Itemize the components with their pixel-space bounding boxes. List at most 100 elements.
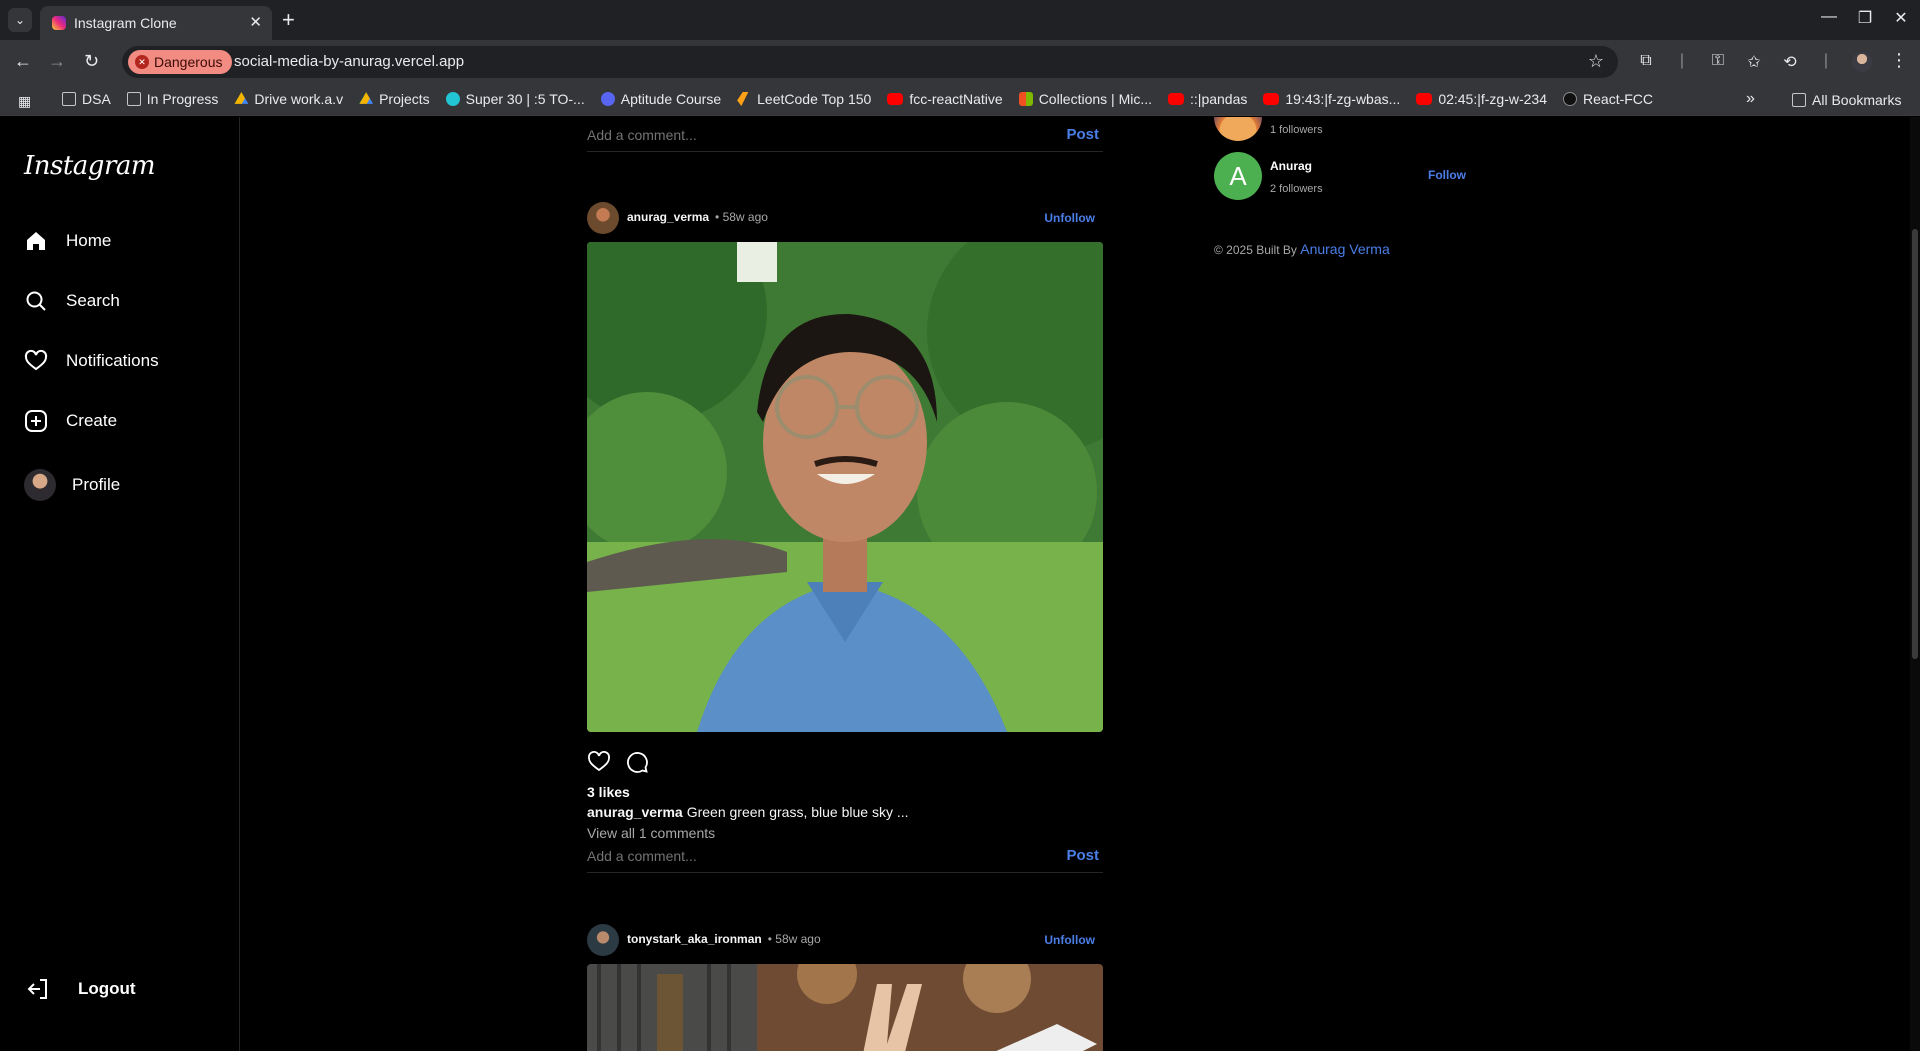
bookmark-item[interactable]: Projects [359, 91, 430, 107]
bookmark-list: DSA In Progress Drive work.a.v Projects … [62, 91, 1653, 107]
post-username[interactable]: anurag_verma • 58w ago [627, 210, 768, 224]
avatar[interactable] [587, 924, 619, 956]
more-bookmarks-icon[interactable]: » [1746, 90, 1755, 108]
reading-list-icon[interactable]: ✩ [1744, 52, 1764, 72]
password-key-icon[interactable]: ⚿ [1708, 52, 1728, 72]
followers-count: 1 followers [1270, 124, 1323, 136]
reload-icon[interactable]: ↻ [84, 51, 99, 72]
post-timestamp: • 58w ago [767, 932, 821, 946]
close-window-icon[interactable]: ✕ [1892, 8, 1910, 28]
bookmark-item[interactable]: Collections | Mic... [1018, 91, 1152, 107]
bookmark-item[interactable]: ::|pandas [1168, 91, 1247, 107]
post-image[interactable] [587, 964, 1103, 1051]
address-bar[interactable]: Dangerous social-media-by-anurag.vercel.… [122, 46, 1618, 78]
like-heart-icon[interactable] [587, 750, 611, 774]
apps-grid-icon[interactable]: ▦ [18, 93, 31, 110]
avatar[interactable]: A [1214, 152, 1262, 200]
bookmark-item[interactable]: DSA [62, 91, 111, 107]
post-photo [587, 242, 1103, 732]
follow-button[interactable]: Follow [1428, 168, 1466, 182]
tab-title: Instagram Clone [74, 15, 177, 31]
post-comment-button[interactable]: Post [1066, 126, 1099, 143]
nav-profile[interactable]: Profile [24, 469, 120, 501]
nav-search[interactable]: Search [24, 289, 120, 313]
bookmark-item[interactable]: LeetCode Top 150 [737, 91, 871, 107]
back-icon[interactable]: ← [14, 51, 32, 72]
bookmark-item[interactable]: Aptitude Course [600, 91, 721, 107]
instagram-logo[interactable]: Instagram [24, 151, 156, 181]
all-bookmarks-button[interactable]: All Bookmarks [1792, 92, 1901, 108]
security-warning-chip[interactable]: Dangerous [128, 50, 232, 74]
bookmark-item[interactable]: React-FCC [1563, 91, 1653, 107]
site-favicon-icon [445, 92, 460, 106]
logout-button[interactable]: Logout [26, 977, 136, 1001]
folder-icon [62, 92, 76, 106]
forward-icon[interactable]: → [48, 51, 66, 72]
post-header: anurag_verma • 58w ago Unfollow [587, 202, 1103, 234]
post-username[interactable]: tonystark_aka_ironman • 58w ago [627, 932, 821, 946]
bookmark-item[interactable]: 02:45:|f-zg-w-234 [1416, 91, 1547, 107]
sidebar: Instagram Home Search Notifications Crea… [0, 117, 240, 1051]
likes-count[interactable]: 3 likes [587, 784, 630, 800]
browser-profile-avatar[interactable] [1852, 52, 1872, 72]
heart-icon [24, 349, 48, 371]
bookmark-item[interactable]: fcc-reactNative [887, 91, 1003, 107]
restore-icon[interactable]: ❐ [1856, 8, 1874, 28]
site-favicon-icon [1563, 92, 1578, 106]
post-image[interactable] [587, 242, 1103, 732]
history-icon[interactable]: ⟲ [1780, 52, 1800, 72]
folder-icon [1792, 93, 1806, 107]
suggestion-name[interactable]: Anurag [1270, 159, 1312, 173]
tab-search-button[interactable]: ⌄ [8, 8, 32, 32]
avatar[interactable] [1214, 117, 1262, 141]
view-comments-link[interactable]: View all 1 comments [587, 825, 715, 841]
plus-square-icon [25, 410, 47, 432]
url-text[interactable]: social-media-by-anurag.vercel.app [234, 53, 464, 70]
youtube-icon [1263, 93, 1280, 105]
google-drive-icon [359, 92, 374, 104]
footer: © 2025 Built By Anurag Verma [1214, 241, 1390, 257]
browser-tab[interactable]: Instagram Clone ✕ [40, 6, 272, 40]
leetcode-icon [737, 92, 749, 106]
google-drive-icon [234, 92, 249, 104]
bookmark-star-icon[interactable]: ☆ [1588, 51, 1604, 72]
microsoft-icon [1018, 92, 1033, 106]
new-tab-button[interactable]: + [282, 7, 295, 33]
bookmark-item[interactable]: In Progress [126, 91, 218, 107]
followers-count: 2 followers [1270, 183, 1323, 195]
bookmark-item[interactable]: Drive work.a.v [234, 91, 343, 107]
bookmark-item[interactable]: 19:43:|f-zg-wbas... [1263, 91, 1400, 107]
logout-icon [27, 979, 47, 999]
unfollow-button[interactable]: Unfollow [1044, 211, 1095, 225]
avatar[interactable] [587, 202, 619, 234]
browser-menu-icon[interactable]: ⋮ [1890, 50, 1908, 71]
extensions-icon[interactable]: ⧉ [1636, 52, 1656, 72]
post-caption: anurag_verma Green green grass, blue blue… [587, 804, 909, 820]
scrollbar[interactable] [1910, 117, 1920, 1051]
unfollow-button[interactable]: Unfollow [1044, 933, 1095, 947]
comment-input[interactable]: Add a comment... [587, 127, 697, 143]
site-favicon-icon [600, 92, 615, 106]
search-icon [26, 291, 46, 311]
page-content: Instagram Home Search Notifications Crea… [0, 117, 1920, 1051]
suggestion-item: 1 followers [1214, 117, 1474, 141]
comment-input[interactable]: Add a comment... [587, 848, 697, 864]
close-tab-icon[interactable]: ✕ [249, 13, 262, 31]
browser-toolbar: ← → ↻ Dangerous social-media-by-anurag.v… [0, 40, 1920, 84]
scrollbar-thumb[interactable] [1912, 229, 1918, 659]
minimize-icon[interactable]: — [1820, 8, 1838, 28]
nav-notifications[interactable]: Notifications [24, 349, 159, 373]
youtube-icon [1416, 93, 1433, 105]
bookmark-item[interactable]: Super 30 | :5 TO-... [445, 91, 585, 107]
comment-row: Add a comment... Post [587, 124, 1103, 152]
post-comment-button[interactable]: Post [1066, 847, 1099, 864]
nav-create[interactable]: Create [24, 409, 117, 433]
author-link[interactable]: Anurag Verma [1300, 241, 1390, 257]
folder-icon [126, 92, 141, 106]
comment-bubble-icon[interactable] [625, 750, 649, 774]
window-controls: — ❐ ✕ [1820, 8, 1910, 28]
browser-tabbar: ⌄ Instagram Clone ✕ + — ❐ ✕ [0, 0, 1920, 40]
comment-row: Add a comment... Post [587, 845, 1103, 873]
post-header: tonystark_aka_ironman • 58w ago Unfollow [587, 924, 1103, 956]
nav-home[interactable]: Home [24, 229, 111, 253]
